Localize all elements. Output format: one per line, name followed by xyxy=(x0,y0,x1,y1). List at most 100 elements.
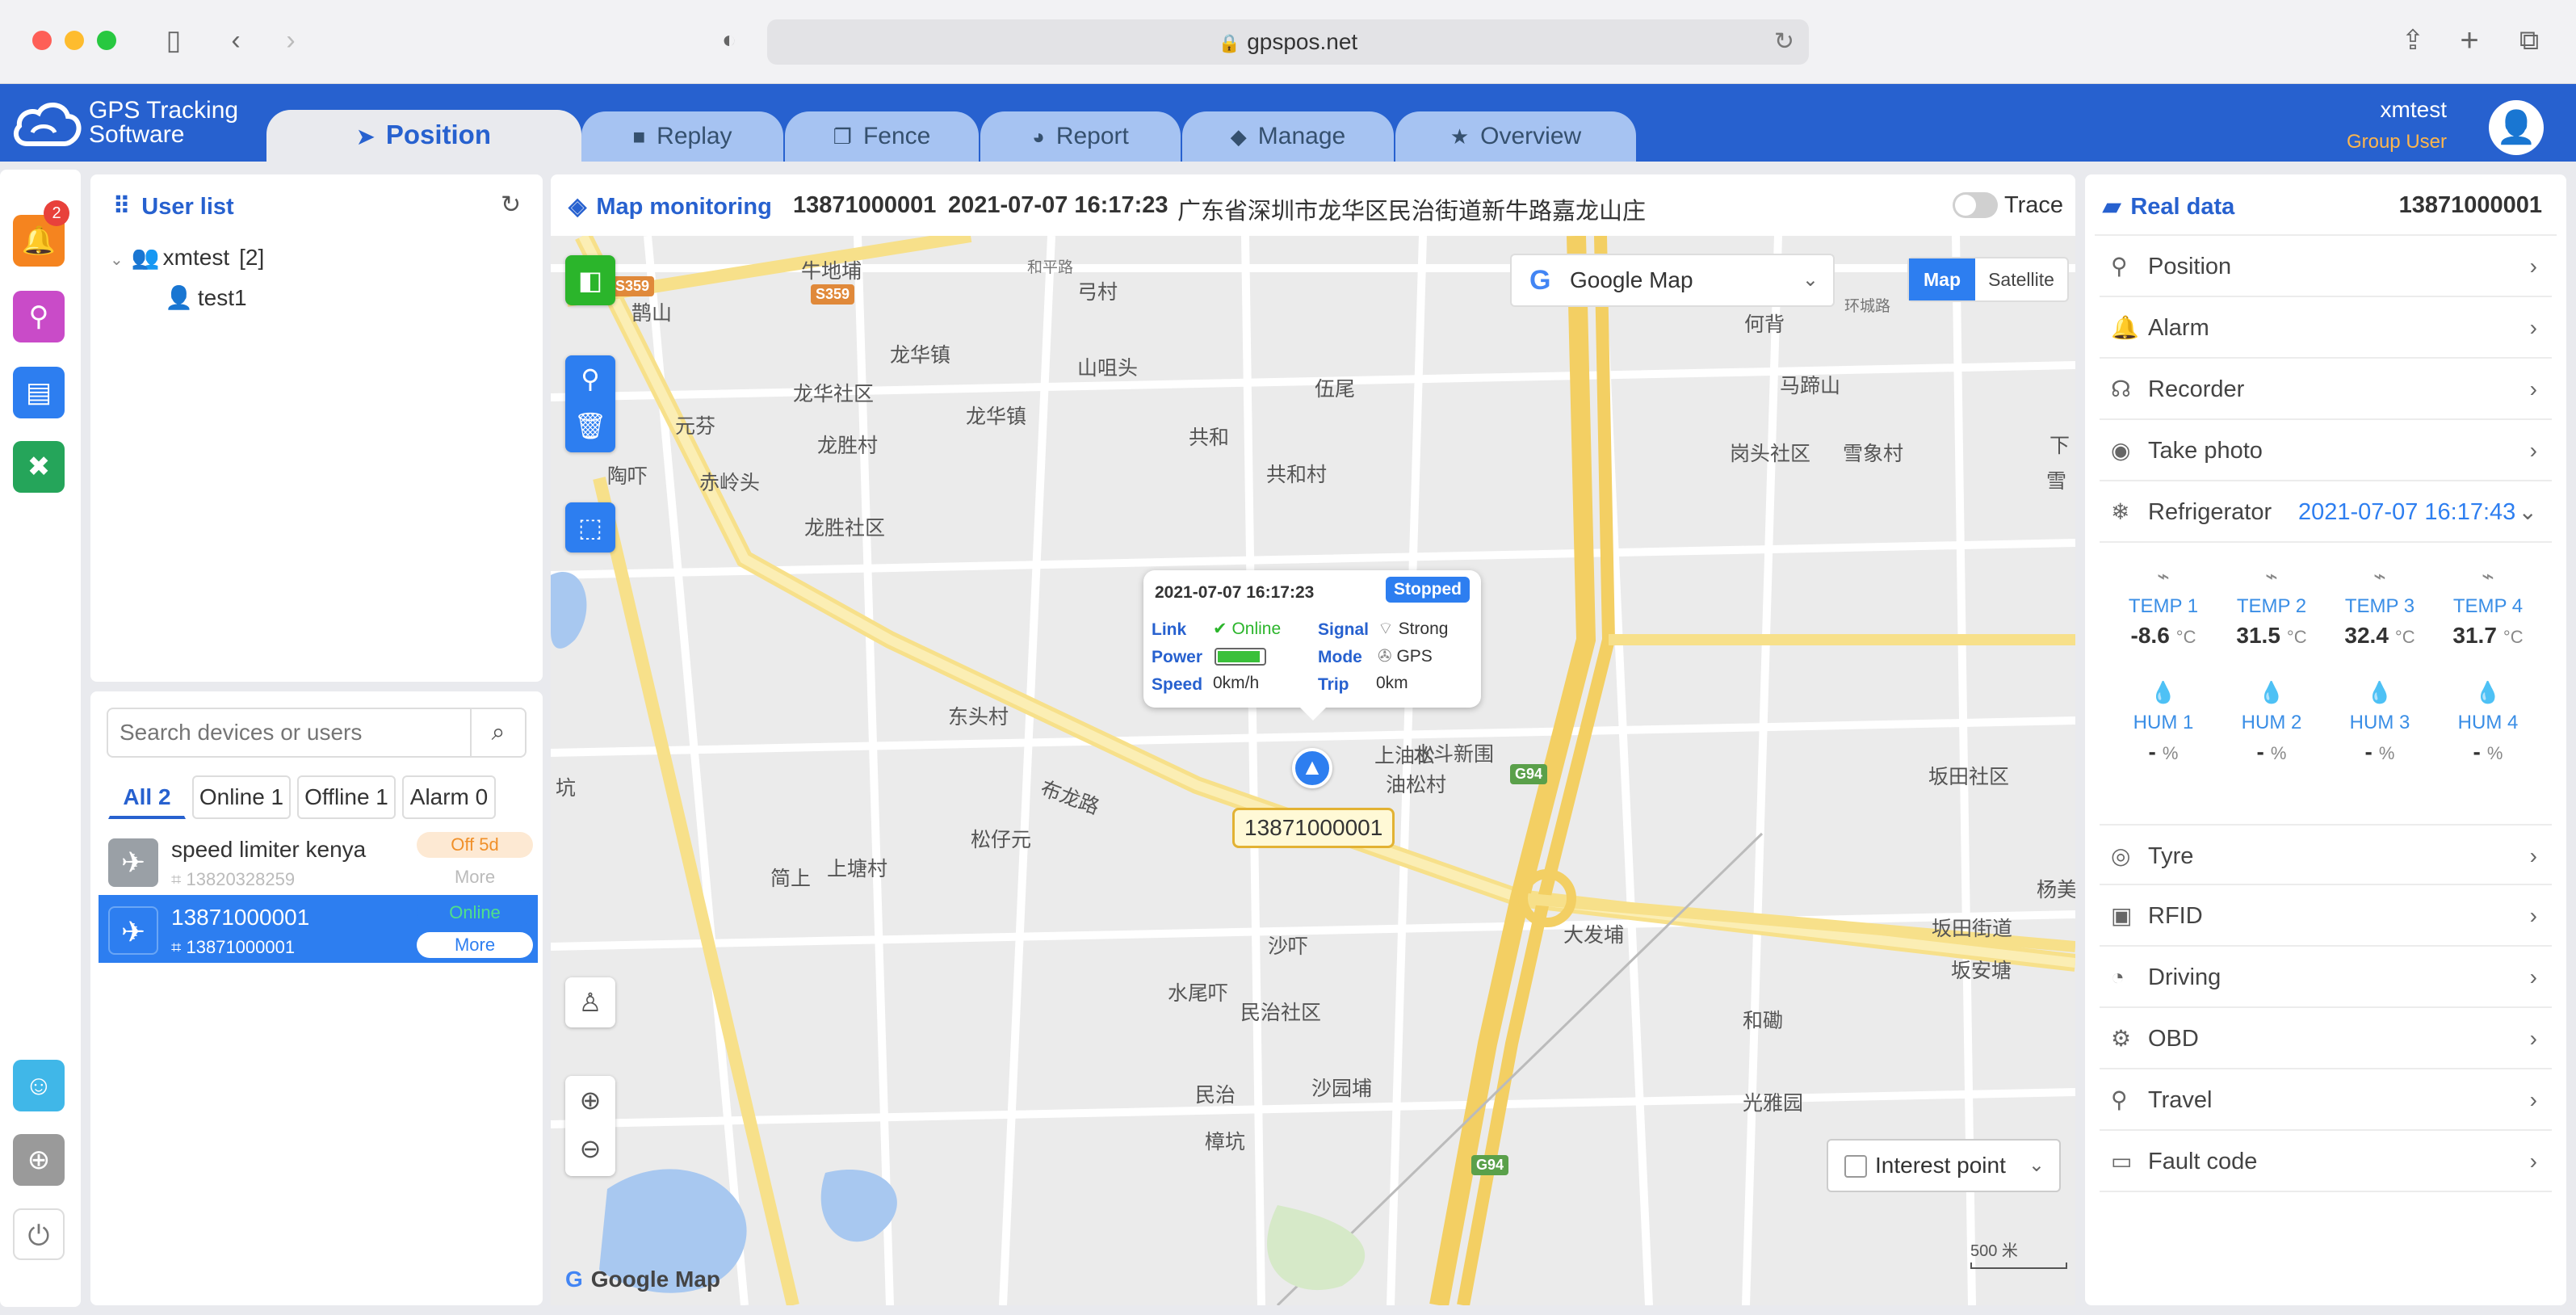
search-input[interactable] xyxy=(107,708,472,758)
trace-label: Trace xyxy=(2004,192,2064,218)
satellite-view-button[interactable]: Satellite xyxy=(1975,258,2067,300)
close-window-button[interactable] xyxy=(32,31,52,50)
tree-node-test1[interactable]: 👤 test1 xyxy=(165,284,247,311)
row-take-photo[interactable]: ◉ Take photo › xyxy=(2100,420,2552,481)
refresh-icon[interactable]: ↻ xyxy=(501,191,521,219)
row-travel[interactable]: ⚲ Travel › xyxy=(2100,1069,2552,1131)
road-shield: G94 xyxy=(1510,764,1548,784)
avatar[interactable]: 👤 xyxy=(2489,100,2544,155)
vehicle-marker-label[interactable]: 13871000001 xyxy=(1232,808,1395,848)
tab-report[interactable]: ◕ Report xyxy=(980,111,1181,162)
hum-unit: % xyxy=(2486,743,2503,763)
filter-online[interactable]: Online 1 xyxy=(192,775,291,819)
map-view-button[interactable]: Map xyxy=(1909,258,1975,300)
hum-value: - xyxy=(2256,739,2264,764)
trace-toggle[interactable] xyxy=(1953,192,1998,218)
share-icon[interactable]: ⇪ xyxy=(2395,24,2431,57)
hum-value: - xyxy=(2148,739,2156,764)
back-icon[interactable]: ‹ xyxy=(220,24,252,57)
device-row-13871000001[interactable]: ✈ 13871000001 ⌗ 13871000001 Online More xyxy=(99,895,538,963)
zoom-window-button[interactable] xyxy=(97,31,116,50)
language-button[interactable]: ⊕ xyxy=(13,1134,65,1186)
map-place-label: 和磡 xyxy=(1743,1010,1784,1032)
traffic-toggle-button[interactable]: ◧ xyxy=(565,255,615,305)
forward-icon[interactable]: › xyxy=(275,24,307,57)
map-place-label: 松仔元 xyxy=(971,829,1032,851)
row-recorder[interactable]: ☊ Recorder › xyxy=(2100,359,2552,420)
filter-offline[interactable]: Offline 1 xyxy=(297,775,396,819)
device-row-speed-limiter[interactable]: ✈ speed limiter kenya ⌗ 13820328259 Off … xyxy=(99,827,538,895)
user-info[interactable]: xmtest Group User xyxy=(2347,97,2447,153)
zoom-controls[interactable]: ⊕ ⊖ xyxy=(565,1076,615,1176)
minimize-window-button[interactable] xyxy=(65,31,84,50)
map-type-select[interactable]: G Google Map ⌄ xyxy=(1510,254,1835,307)
map-type-value: Google Map xyxy=(1570,267,1693,292)
row-driving[interactable]: ◔ Driving › xyxy=(2100,947,2552,1008)
privacy-shield-icon[interactable]: ◐ xyxy=(711,24,748,57)
monitor-icon: ▭ xyxy=(2111,1149,2133,1174)
map-place-label: 龙胜村 xyxy=(817,435,879,457)
cloud-logo-icon xyxy=(13,103,82,146)
tree-node-xmtest[interactable]: ⌄ 👥 xmtest [2] xyxy=(110,244,264,271)
vehicle-marker-icon[interactable]: ▲ xyxy=(1292,748,1332,788)
globe-icon: ⊕ xyxy=(27,1145,51,1175)
hum-sensor-3: 💧 HUM 3 -% xyxy=(2326,680,2434,765)
zoom-out-icon[interactable]: ⊖ xyxy=(580,1134,602,1163)
map-place-label: 岗头社区 xyxy=(1730,443,1811,465)
device-info-popup: 2021-07-07 16:17:23 Stopped Link ✔ Onlin… xyxy=(1143,570,1481,721)
tab-overview-icon[interactable]: ⧉ xyxy=(2511,24,2547,57)
chevron-down-icon: ⌄ xyxy=(2028,1154,2045,1176)
row-fault-code[interactable]: ▭ Fault code › xyxy=(2100,1131,2552,1192)
tab-fence[interactable]: ❐ Fence xyxy=(785,111,979,162)
row-position[interactable]: ⚲ Position › xyxy=(2100,236,2552,297)
hum-unit: % xyxy=(2270,743,2287,763)
row-obd[interactable]: ⚙ OBD › xyxy=(2100,1008,2552,1069)
map-satellite-switch: Map Satellite xyxy=(1907,257,2069,302)
marker-tools[interactable]: ⚲ 🗑 xyxy=(565,355,615,452)
tools-button[interactable]: ✖ xyxy=(13,441,65,493)
map-title: ◈ Map monitoring xyxy=(568,192,772,221)
address-bar[interactable]: 🔒 gpspos.net ↻ xyxy=(767,19,1809,65)
filter-alarm[interactable]: Alarm 0 xyxy=(402,775,496,819)
row-tyre[interactable]: ◎ Tyre › xyxy=(2100,824,2552,885)
tab-manage[interactable]: ◆ Manage xyxy=(1182,111,1394,162)
tab-position[interactable]: ➤ Position xyxy=(266,110,581,162)
device-more-button[interactable]: More xyxy=(417,864,533,890)
row-refrigerator[interactable]: ❄ Refrigerator 2021-07-07 16:17:43 ⌄ xyxy=(2100,481,2552,543)
row-alarm[interactable]: 🔔 Alarm › xyxy=(2100,297,2552,359)
map-place-label: 牛地埔 xyxy=(801,260,862,283)
zoom-in-icon[interactable]: ⊕ xyxy=(580,1086,602,1115)
device-more-button[interactable]: More xyxy=(417,932,533,958)
tab-replay[interactable]: ■ Replay xyxy=(581,111,783,162)
scale-bar xyxy=(1970,1262,2067,1269)
sidebar-toggle-icon[interactable]: ▯ xyxy=(153,24,194,57)
popup-link-key: Link xyxy=(1152,620,1187,639)
road-shield: S359 xyxy=(610,276,655,296)
headset-user-icon: ☺ xyxy=(24,1070,53,1101)
search-button[interactable]: ⌕ xyxy=(472,708,527,758)
filter-all[interactable]: All 2 xyxy=(108,775,186,819)
google-icon: G xyxy=(565,1267,583,1292)
temp-value: -8.6 xyxy=(2130,623,2170,648)
popup-mode-value: ✇ GPS xyxy=(1378,646,1433,666)
new-tab-icon[interactable]: + xyxy=(2452,24,2487,57)
chevron-right-icon: › xyxy=(2529,315,2537,340)
map-place-label: 共和 xyxy=(1189,426,1230,449)
reload-icon[interactable]: ↻ xyxy=(1774,19,1794,65)
row-rfid[interactable]: ▣ RFID › xyxy=(2100,885,2552,947)
device-name: speed limiter kenya xyxy=(171,837,367,862)
chevron-right-icon: › xyxy=(2529,903,2537,928)
support-button[interactable]: ☺ xyxy=(13,1060,65,1111)
interest-point-checkbox[interactable] xyxy=(1844,1155,1867,1178)
street-view-button[interactable]: ♙ xyxy=(565,977,615,1027)
road-shield: S359 xyxy=(811,284,855,305)
pin-icon: ⚲ xyxy=(28,301,49,332)
location-pin-button[interactable]: ⚲ xyxy=(13,291,65,342)
draw-area-button[interactable]: ⬚ xyxy=(565,502,615,552)
map-place-label: 坑 xyxy=(556,777,577,800)
interest-point-select[interactable]: Interest point ⌄ xyxy=(1827,1139,2061,1192)
tab-overview[interactable]: ★ Overview xyxy=(1395,111,1636,162)
logout-button[interactable]: ⏻ xyxy=(13,1208,65,1260)
document-button[interactable]: ▤ xyxy=(13,367,65,418)
map-place-label: 雪象村 xyxy=(1843,443,1904,465)
